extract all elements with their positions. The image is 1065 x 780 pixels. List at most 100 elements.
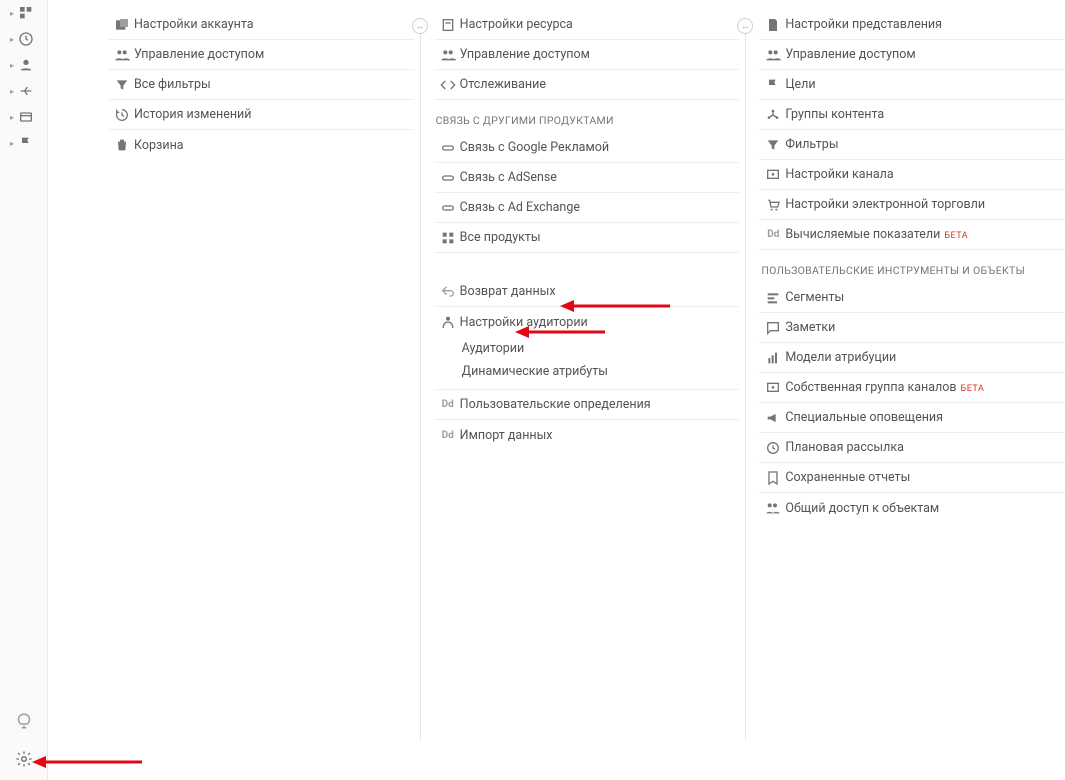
label: Настройки аудитории	[460, 315, 588, 330]
label: Импорт данных	[460, 428, 553, 443]
account-filters[interactable]: Все фильтры	[108, 70, 414, 100]
label: Все продукты	[460, 230, 541, 245]
audience-icon	[436, 314, 460, 330]
label: Собственная группа каналовБЕТА	[785, 380, 984, 395]
link-icon	[436, 200, 460, 216]
view-filters[interactable]: Фильтры	[759, 130, 1065, 160]
resource-icon	[436, 17, 460, 33]
label: Специальные оповещения	[785, 410, 943, 425]
link-google-ads[interactable]: Связь с Google Рекламой	[434, 133, 740, 163]
label: Настройки ресурса	[460, 17, 573, 32]
column-separator	[420, 20, 421, 740]
apps-icon	[436, 230, 460, 246]
label: Связь с AdSense	[460, 170, 557, 185]
admin-columns: Настройки аккаунта Управление доступом В…	[48, 0, 1065, 780]
cart-icon	[761, 197, 785, 213]
caret-icon: ▸	[10, 61, 14, 70]
dd-icon: Dd	[436, 399, 460, 410]
view-goals[interactable]: Цели	[759, 70, 1065, 100]
rail-audience[interactable]: ▸	[0, 52, 47, 78]
link-icon	[436, 170, 460, 186]
view-share-assets[interactable]: Общий доступ к объектам	[759, 493, 1065, 523]
label: Сохраненные отчеты	[785, 470, 910, 485]
view-calculated-metrics[interactable]: Dd Вычисляемые показателиБЕТА	[759, 220, 1065, 250]
rail-acquisition[interactable]: ▸	[0, 78, 47, 104]
view-scheduled-emails[interactable]: Плановая рассылка	[759, 433, 1065, 463]
view-custom-channel[interactable]: Собственная группа каналовБЕТА	[759, 373, 1065, 403]
data-return[interactable]: Возврат данных	[434, 277, 740, 307]
filter-icon	[761, 137, 785, 153]
label: Настройки канала	[785, 167, 893, 182]
view-users[interactable]: Управление доступом	[759, 40, 1065, 70]
account-users[interactable]: Управление доступом	[108, 40, 414, 70]
view-saved-reports[interactable]: Сохраненные отчеты	[759, 463, 1065, 493]
view-ecommerce[interactable]: Настройки электронной торговли	[759, 190, 1065, 220]
label: Настройки электронной торговли	[785, 197, 985, 212]
caret-icon: ▸	[10, 87, 14, 96]
page-icon	[761, 17, 785, 33]
admin-gear-icon[interactable]	[15, 750, 33, 772]
label: Модели атрибуции	[785, 350, 896, 365]
view-custom-alerts[interactable]: Специальные оповещения	[759, 403, 1065, 433]
label: Возврат данных	[460, 284, 556, 299]
view-column: ↔ Настройки представления Управление дос…	[759, 10, 1065, 780]
data-import[interactable]: Dd Импорт данных	[434, 420, 740, 450]
account-history[interactable]: История изменений	[108, 100, 414, 130]
caret-icon: ▸	[10, 139, 14, 148]
megaphone-icon	[761, 410, 785, 426]
rail-home[interactable]: ▸	[0, 0, 47, 26]
label: Цели	[785, 77, 815, 92]
view-settings[interactable]: Настройки представления	[759, 10, 1065, 40]
label: Плановая рассылка	[785, 440, 904, 455]
rail-behavior[interactable]: ▸	[0, 104, 47, 130]
label: Управление доступом	[785, 47, 915, 62]
label: Заметки	[785, 320, 835, 335]
channel-icon	[761, 167, 785, 183]
label: Настройки аккаунта	[134, 17, 254, 32]
share-icon	[761, 500, 785, 516]
users-icon	[436, 47, 460, 63]
label: Общий доступ к объектам	[785, 501, 939, 516]
audience-audiences[interactable]: Аудитории	[434, 337, 740, 360]
acquisition-icon	[18, 83, 34, 99]
label: Связь с Google Рекламой	[460, 140, 609, 155]
column-collapse-toggle[interactable]: ↔	[737, 18, 753, 34]
code-icon	[436, 77, 460, 93]
property-settings[interactable]: Настройки ресурса	[434, 10, 740, 40]
attribution-icon	[761, 350, 785, 366]
view-attribution[interactable]: Модели атрибуции	[759, 343, 1065, 373]
label: Сегменты	[785, 290, 844, 305]
property-column: ↔ Настройки ресурса Управление доступом …	[434, 10, 740, 780]
view-annotations[interactable]: Заметки	[759, 313, 1065, 343]
rail-conversions[interactable]: ▸	[0, 130, 47, 156]
left-rail: ▸ ▸ ▸ ▸ ▸ ▸	[0, 0, 48, 780]
label: История изменений	[134, 107, 251, 122]
account-trash[interactable]: Корзина	[108, 130, 414, 160]
saved-icon	[761, 470, 785, 486]
link-adexchange[interactable]: Связь с Ad Exchange	[434, 193, 740, 223]
property-tracking[interactable]: Отслеживание	[434, 70, 740, 100]
property-users[interactable]: Управление доступом	[434, 40, 740, 70]
link-adsense[interactable]: Связь с AdSense	[434, 163, 740, 193]
caret-icon: ▸	[10, 113, 14, 122]
view-channel-settings[interactable]: Настройки канала	[759, 160, 1065, 190]
clock-icon	[18, 31, 34, 47]
rail-bottom	[0, 712, 48, 772]
audience-settings[interactable]: Настройки аудитории	[434, 307, 740, 337]
label: Корзина	[134, 138, 184, 153]
link-all-products[interactable]: Все продукты	[434, 223, 740, 253]
rail-realtime[interactable]: ▸	[0, 26, 47, 52]
account-settings[interactable]: Настройки аккаунта	[108, 10, 414, 40]
custom-definitions[interactable]: Dd Пользовательские определения	[434, 390, 740, 420]
discover-icon[interactable]	[15, 712, 33, 734]
column-collapse-toggle[interactable]: ↔	[412, 18, 428, 34]
segments-icon	[761, 290, 785, 306]
view-content-groups[interactable]: Группы контента	[759, 100, 1065, 130]
label: Группы контента	[785, 107, 884, 122]
label: Управление доступом	[134, 47, 264, 62]
view-segments[interactable]: Сегменты	[759, 283, 1065, 313]
link-icon	[436, 140, 460, 156]
label: Все фильтры	[134, 77, 211, 92]
audience-dynamic-attrs[interactable]: Динамические атрибуты	[434, 360, 740, 383]
flag-icon	[761, 77, 785, 93]
